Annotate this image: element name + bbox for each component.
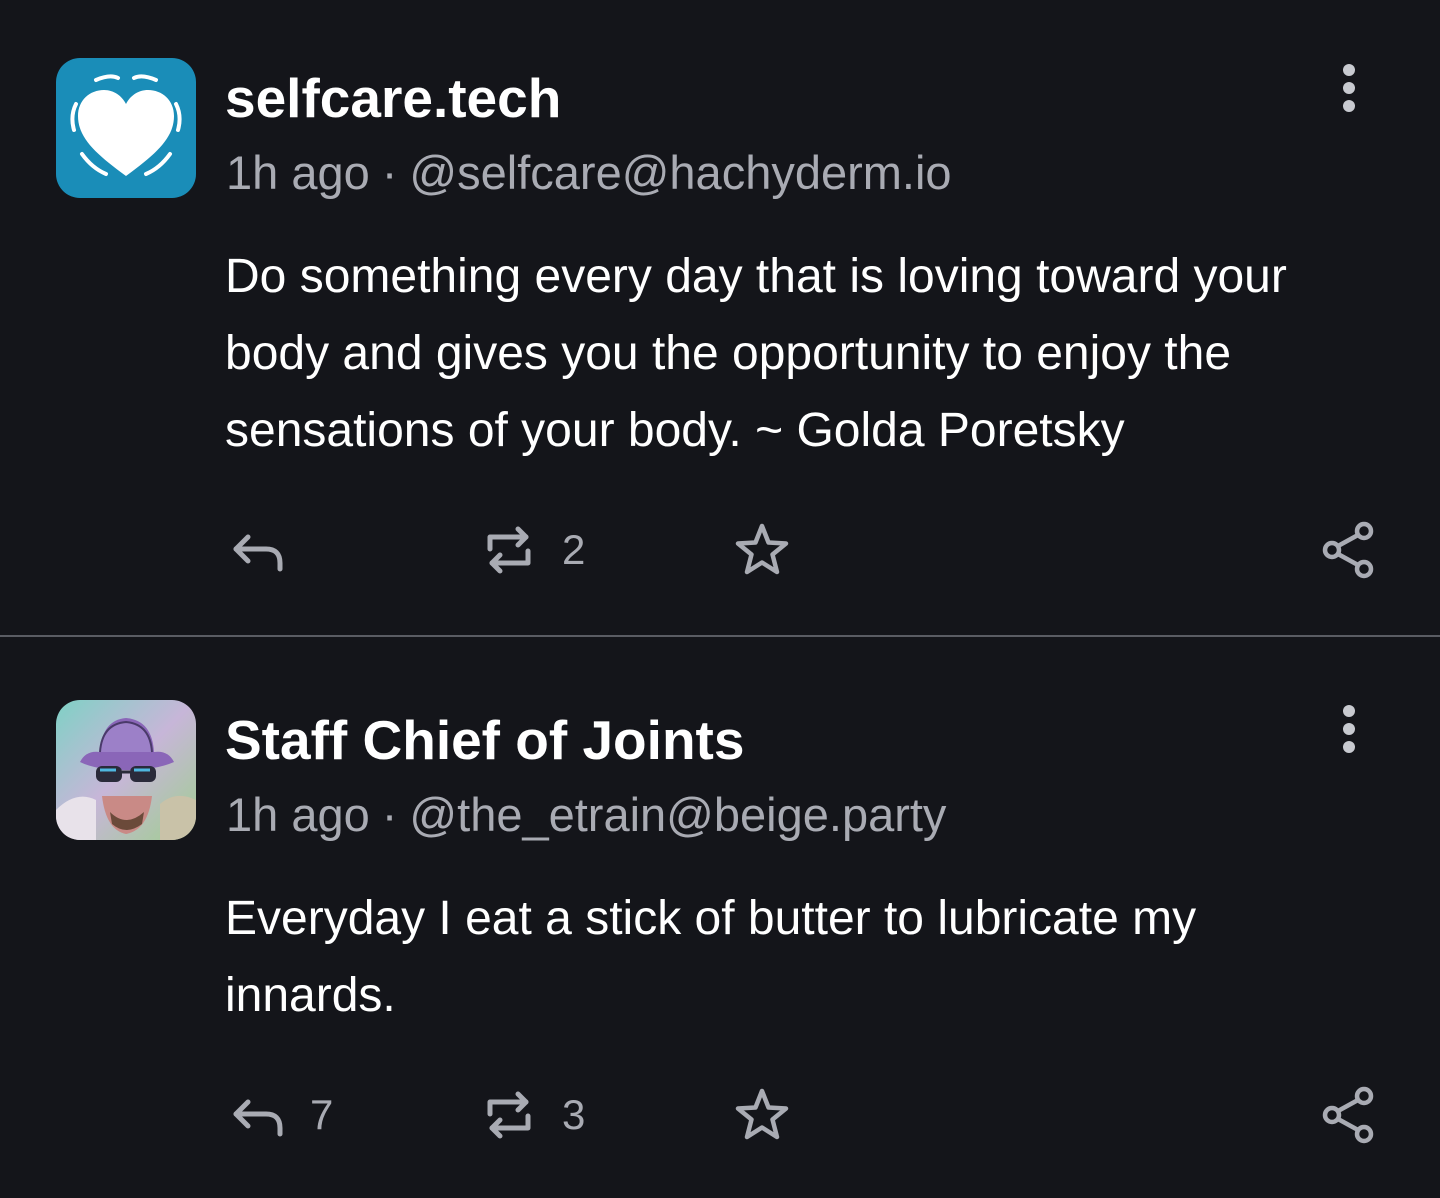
share-icon [1322, 1086, 1374, 1144]
timestamp[interactable]: 1h ago [226, 146, 370, 199]
action-bar: 2 [0, 515, 1440, 585]
reply-icon [233, 1099, 283, 1137]
timestamp[interactable]: 1h ago [226, 788, 370, 841]
post[interactable]: selfcare.tech 1h ago · @selfcare@hachyderm… [0, 0, 1440, 636]
share-button[interactable] [1318, 1080, 1380, 1150]
share-icon [1322, 521, 1374, 579]
heart-icon [56, 58, 196, 198]
handle[interactable]: @selfcare@hachyderm.io [409, 146, 951, 199]
post-meta: 1h ago · @selfcare@hachyderm.io [226, 145, 952, 201]
post-meta: 1h ago · @the_etrain@beige.party [226, 787, 946, 843]
more-button[interactable] [1326, 58, 1372, 118]
avatar[interactable] [56, 700, 196, 840]
timeline: selfcare.tech 1h ago · @selfcare@hachyderm… [0, 0, 1440, 1198]
reply-button[interactable]: 7 [226, 1080, 333, 1150]
post-content: Everyday I eat a stick of butter to lubr… [225, 892, 1197, 1022]
action-bar: 7 3 [0, 1080, 1440, 1150]
boost-icon [487, 526, 531, 574]
avatar[interactable] [56, 58, 196, 198]
boost-button[interactable]: 2 [478, 515, 585, 585]
reply-icon [233, 534, 283, 572]
favorite-button[interactable] [731, 1080, 815, 1150]
handle[interactable]: @the_etrain@beige.party [409, 788, 946, 841]
boost-count: 2 [562, 526, 586, 573]
star-icon [735, 523, 789, 575]
share-button[interactable] [1318, 515, 1380, 585]
meta-separator: · [381, 146, 398, 199]
user-photo [56, 700, 196, 840]
reply-button[interactable] [226, 515, 310, 585]
boost-icon [487, 1091, 531, 1139]
display-name[interactable]: Staff Chief of Joints [225, 708, 744, 772]
more-vertical-icon [1343, 64, 1355, 76]
reply-count: 7 [310, 1091, 334, 1138]
display-name[interactable]: selfcare.tech [225, 66, 561, 130]
more-button[interactable] [1326, 699, 1372, 759]
boost-count: 3 [562, 1091, 586, 1138]
meta-separator: · [381, 788, 398, 841]
boost-button[interactable]: 3 [478, 1080, 585, 1150]
more-vertical-icon [1343, 705, 1355, 717]
favorite-button[interactable] [731, 515, 815, 585]
post-content: Do something every day that is loving to… [225, 250, 1287, 457]
star-icon [735, 1088, 789, 1140]
post[interactable]: Staff Chief of Joints 1h ago · @the_etrain… [0, 637, 1440, 1198]
